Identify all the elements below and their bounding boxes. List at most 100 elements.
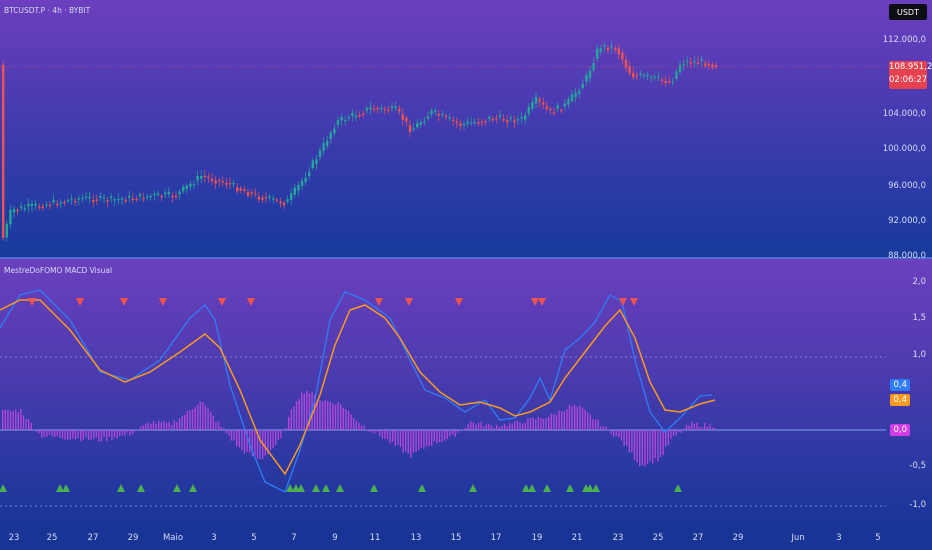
histogram-bar [667,430,669,445]
candle-body [405,117,408,122]
histogram-bar [597,419,599,430]
time-tick: 13 [410,533,422,543]
histogram-bar [116,430,118,439]
trading-chart-window[interactable]: BTCUSDT.P · 4h · BYBIT USDT 112.000,0 10… [0,0,932,550]
histogram-bar [290,409,292,430]
histogram-bar [691,421,693,430]
buy-signal-marker [543,484,551,492]
candle-body [466,121,469,124]
candle-body [524,115,527,120]
histogram-bar [561,411,563,430]
histogram-bar [639,430,641,467]
candle-body [106,200,109,202]
histogram-bar [532,417,534,430]
histogram-bar [527,418,529,430]
currency-button[interactable]: USDT [889,4,927,20]
histogram-bar [441,430,443,443]
candle-body [38,206,41,208]
candle-body [41,206,44,209]
histogram-bar [399,430,402,448]
histogram-bar [155,423,157,430]
sell-signal-marker [28,298,36,306]
histogram-bar [480,421,482,430]
candle-body [578,90,581,94]
candle-body [567,99,570,105]
histogram-bar [301,392,303,430]
candle-body [678,65,682,72]
histogram-value-badge: 0,0 [890,424,910,436]
time-tick: 9 [332,533,338,543]
chart-canvas[interactable] [0,0,932,550]
histogram-bar [82,430,84,441]
candle-body [48,204,52,207]
candle-body [250,192,253,194]
time-tick: 3 [211,533,217,543]
candle-body [92,199,95,203]
buy-signal-marker [418,484,426,492]
time-tick: 23 [8,533,20,543]
time-tick: 7 [291,533,297,543]
histogram-bar [454,430,456,437]
histogram-bar [613,430,615,437]
candle-body [538,99,541,102]
candle-body [174,195,178,197]
candle-body [160,196,163,198]
histogram-bar [17,412,19,430]
candle-body [592,63,595,70]
histogram-bar [600,426,602,430]
price-tick: 88.000,0 [888,251,926,261]
candle-body [552,112,556,114]
candle-body [142,198,145,200]
candle-body [311,160,314,169]
histogram-bar [113,430,116,438]
histogram-bar [243,430,246,454]
candle-body [210,178,214,182]
histogram-bar [386,430,389,440]
histogram-bar [298,399,300,430]
candle-body [16,209,19,212]
candle-body [588,70,592,79]
histogram-bar [28,418,30,430]
candle-body [218,179,221,182]
histogram-bar [501,426,503,430]
candle-body [214,180,217,184]
histogram-bar [626,430,628,446]
histogram-bar [696,422,698,430]
histogram-bar [345,408,347,430]
candle-body [74,200,77,203]
time-tick: 29 [127,533,139,543]
candle-body [596,48,599,59]
candle-body [333,128,336,134]
histogram-bar [423,430,425,449]
candle-body [675,71,678,79]
sell-signal-marker [120,298,128,306]
sell-signal-marker [538,298,546,306]
buy-signal-marker [469,484,477,492]
indicator-tick: -0,5 [909,461,926,471]
candle-body [488,116,491,119]
histogram-bar [233,430,235,441]
candle-body [711,64,714,68]
sell-signal-marker [531,298,539,306]
sell-signal-marker [405,298,413,306]
histogram-bar [215,422,217,430]
indicator-title[interactable]: MestreDoFOMO MACD Visual [4,266,112,275]
candle-body [268,196,271,198]
candle-body [498,115,502,117]
candle-body [113,199,116,201]
candle-body [128,195,131,198]
histogram-bar [191,409,194,430]
candle-body [102,197,106,199]
candle-body [513,120,516,123]
candle-body [286,199,289,202]
candle-body [120,198,124,200]
candle-body [362,113,365,115]
histogram-bar [303,393,305,430]
candle-body [59,202,62,204]
histogram-bar [176,422,178,430]
candle-body [534,96,538,104]
candle-body [459,123,462,126]
candle-body [243,189,246,192]
histogram-bar [397,430,399,446]
histogram-bar [506,426,508,430]
